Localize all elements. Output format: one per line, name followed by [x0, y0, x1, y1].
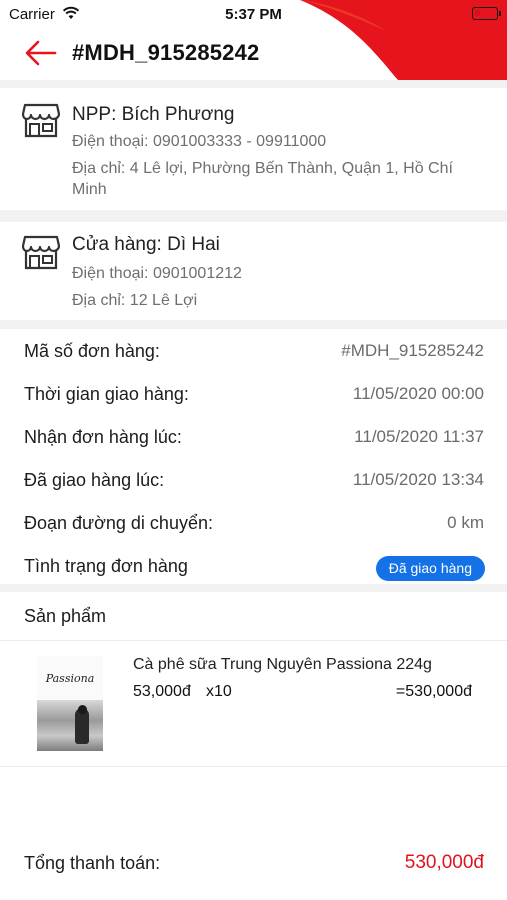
distributor-phone[interactable]: Điện thoại: 0901003333 - 09911000	[72, 131, 472, 152]
store-icon	[22, 103, 60, 138]
info-row-order-code: Mã số đơn hàng: #MDH_915285242	[0, 333, 507, 369]
product-name: Cà phê sữa Trung Nguyên Passiona 224g	[133, 656, 432, 673]
info-row-delivery-time: Thời gian giao hàng: 11/05/2020 00:00	[0, 376, 507, 412]
info-row-distance: Đoạn đường di chuyển: 0 km	[0, 505, 507, 541]
status-bar: Carrier 5:37 PM	[0, 0, 507, 28]
info-label: Đoạn đường di chuyển:	[24, 513, 213, 533]
total-label: Tổng thanh toán:	[24, 853, 161, 873]
back-arrow-icon[interactable]	[24, 38, 58, 68]
product-image: Passiona	[37, 656, 103, 751]
battery-icon	[472, 7, 501, 20]
info-value: #MDH_915285242	[341, 341, 484, 360]
status-badge: Đã giao hàng	[375, 556, 485, 581]
distributor-card: NPP: Bích Phương Điện thoại: 0901003333 …	[0, 88, 507, 210]
product-line-total: =530,000đ	[395, 683, 472, 700]
store-card: Cửa hàng: Dì Hai Điện thoại: 0901001212 …	[0, 222, 507, 320]
distributor-name: NPP: Bích Phương	[72, 104, 235, 125]
product-quantity: x10	[206, 683, 232, 700]
info-row-delivered-at: Đã giao hàng lúc: 11/05/2020 13:34	[0, 462, 507, 498]
info-label: Đã giao hàng lúc:	[24, 470, 165, 490]
store-icon	[22, 235, 60, 270]
product-price: 53,000đ	[133, 683, 191, 700]
store-address: Địa chỉ: 12 Lê Lợi	[72, 292, 198, 309]
section-divider	[0, 80, 507, 88]
info-value: 11/05/2020 00:00	[352, 384, 484, 403]
distributor-address: Địa chỉ: 4 Lê lợi, Phường Bến Thành, Quậ…	[72, 160, 453, 198]
info-row-order-status: Tình trạng đơn hàng Đã giao hàng	[0, 548, 507, 584]
info-label: Mã số đơn hàng:	[24, 341, 160, 361]
store-phone[interactable]: Điện thoại: 0901001212	[72, 263, 472, 284]
info-label: Thời gian giao hàng:	[24, 384, 189, 404]
clock: 5:37 PM	[225, 6, 282, 23]
section-divider	[0, 210, 507, 222]
info-row-received-at: Nhận đơn hàng lúc: 11/05/2020 11:37	[0, 419, 507, 455]
total-value: 530,000đ	[404, 852, 484, 873]
products-section-title: Sản phẩm	[24, 606, 107, 626]
section-separator	[0, 640, 507, 641]
app-header: Carrier 5:37 PM #MDH_915285242	[0, 0, 507, 80]
section-divider	[0, 320, 507, 329]
product-image-brand: Passiona	[45, 672, 95, 685]
info-label: Tình trạng đơn hàng	[24, 556, 188, 576]
page-title: #MDH_915285242	[72, 40, 260, 65]
info-label: Nhận đơn hàng lúc:	[24, 427, 182, 447]
section-divider	[0, 584, 507, 592]
store-name: Cửa hàng: Dì Hai	[72, 234, 220, 255]
info-value: 11/05/2020 13:34	[352, 470, 484, 489]
info-value: 11/05/2020 11:37	[354, 427, 484, 446]
info-value: 0 km	[447, 513, 484, 532]
section-separator	[0, 766, 507, 767]
